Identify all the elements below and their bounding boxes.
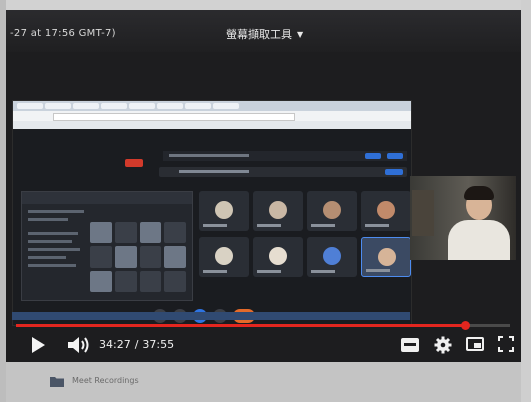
time-display: 34:27 / 37:55 xyxy=(99,338,174,351)
gear-icon[interactable] xyxy=(434,336,452,354)
shared-panel-grid xyxy=(90,222,186,292)
browser-tab-strip xyxy=(13,101,411,111)
webcam-shelf xyxy=(412,190,434,236)
progress-bar[interactable] xyxy=(16,321,510,330)
shared-panel-line xyxy=(28,248,80,251)
grid-cell xyxy=(164,222,186,244)
miniplayer-icon[interactable] xyxy=(466,337,484,351)
shared-panel-line xyxy=(28,218,68,221)
participant-name xyxy=(257,270,281,273)
screen-capture-tool-menu[interactable]: 螢幕擷取工具 ▼ xyxy=(226,26,303,42)
participant-name xyxy=(366,269,390,272)
participant-tile xyxy=(307,191,357,231)
participant-tile xyxy=(307,237,357,277)
shared-screen-panel xyxy=(21,191,193,301)
photo-frame-top xyxy=(0,0,531,10)
volume-icon[interactable] xyxy=(66,336,90,354)
participant-tile xyxy=(361,191,411,231)
captions-icon[interactable] xyxy=(401,338,419,352)
meeting-header-button xyxy=(365,153,381,159)
grid-cell xyxy=(164,246,186,268)
meeting-notice-text xyxy=(179,170,249,173)
player-top-bar: -27 at 17:56 GMT-7) 螢幕擷取工具 ▼ xyxy=(6,10,521,52)
participant-tile-active xyxy=(361,237,411,277)
participant-name xyxy=(311,270,335,273)
webcam-overlay xyxy=(410,176,516,260)
chevron-down-icon: ▼ xyxy=(297,29,304,39)
grid-cell xyxy=(114,246,137,268)
browser-bookmarks-bar xyxy=(13,121,411,129)
recorded-screen xyxy=(12,100,412,326)
avatar xyxy=(215,247,233,265)
recording-badge xyxy=(125,159,143,167)
shared-panel-header xyxy=(22,192,192,204)
browser-tab xyxy=(101,103,127,109)
video-player[interactable]: -27 at 17:56 GMT-7) 螢幕擷取工具 ▼ 34:27 / 37:… xyxy=(6,10,521,362)
avatar xyxy=(323,201,341,219)
address-field xyxy=(53,113,295,121)
meeting-header-button xyxy=(387,153,403,159)
browser-tab xyxy=(45,103,71,109)
browser-tab xyxy=(213,103,239,109)
progress-fill xyxy=(16,324,466,327)
avatar xyxy=(377,201,395,219)
participant-name xyxy=(311,224,335,227)
duration: 37:55 xyxy=(142,338,175,351)
player-controls: 34:27 / 37:55 xyxy=(6,330,521,362)
participant-name xyxy=(203,270,227,273)
shared-panel-line xyxy=(28,256,66,259)
grid-cell xyxy=(114,222,137,244)
folder-label[interactable]: Meet Recordings xyxy=(72,376,139,385)
shared-panel-line xyxy=(28,240,72,243)
avatar xyxy=(215,201,233,219)
shared-panel-line xyxy=(28,232,78,235)
avatar xyxy=(378,248,396,266)
participant-tile xyxy=(253,237,303,277)
browser-tab xyxy=(129,103,155,109)
shared-panel-line xyxy=(28,210,84,213)
progress-scrubber[interactable] xyxy=(461,321,471,330)
drive-file-strip: Meet Recordings xyxy=(6,362,521,402)
browser-tab xyxy=(185,103,211,109)
grid-cell xyxy=(90,222,112,244)
meeting-area xyxy=(13,129,411,325)
webcam-person-hair xyxy=(464,186,494,200)
meeting-header xyxy=(163,151,407,161)
grid-cell xyxy=(139,270,162,292)
video-title: -27 at 17:56 GMT-7) xyxy=(10,28,116,39)
webcam-person-body xyxy=(448,220,510,260)
shared-panel-line xyxy=(28,264,76,267)
meeting-notice-button xyxy=(385,169,403,175)
browser-address-bar xyxy=(13,111,411,121)
photo-frame-right xyxy=(521,0,531,402)
grid-cell xyxy=(139,222,162,244)
participant-name xyxy=(203,224,227,227)
meeting-notice xyxy=(159,167,407,177)
time-separator: / xyxy=(134,338,139,351)
grid-cell xyxy=(114,270,137,292)
browser-tab xyxy=(17,103,43,109)
folder-icon[interactable] xyxy=(50,376,64,387)
participant-tile xyxy=(253,191,303,231)
play-icon[interactable] xyxy=(32,337,45,353)
participant-name xyxy=(257,224,281,227)
grid-cell xyxy=(90,270,112,292)
browser-tab xyxy=(73,103,99,109)
avatar xyxy=(323,247,341,265)
grid-cell xyxy=(139,246,162,268)
current-time: 34:27 xyxy=(99,338,131,351)
grid-cell xyxy=(90,246,112,268)
participant-name xyxy=(365,224,389,227)
participant-tile xyxy=(199,191,249,231)
tool-menu-label: 螢幕擷取工具 xyxy=(226,28,292,41)
browser-tab xyxy=(157,103,183,109)
fullscreen-icon[interactable] xyxy=(498,336,514,352)
avatar xyxy=(269,247,287,265)
avatar xyxy=(269,201,287,219)
grid-cell xyxy=(164,270,186,292)
meeting-title-line xyxy=(169,154,249,157)
participant-tile xyxy=(199,237,249,277)
recorded-taskbar xyxy=(12,312,410,320)
